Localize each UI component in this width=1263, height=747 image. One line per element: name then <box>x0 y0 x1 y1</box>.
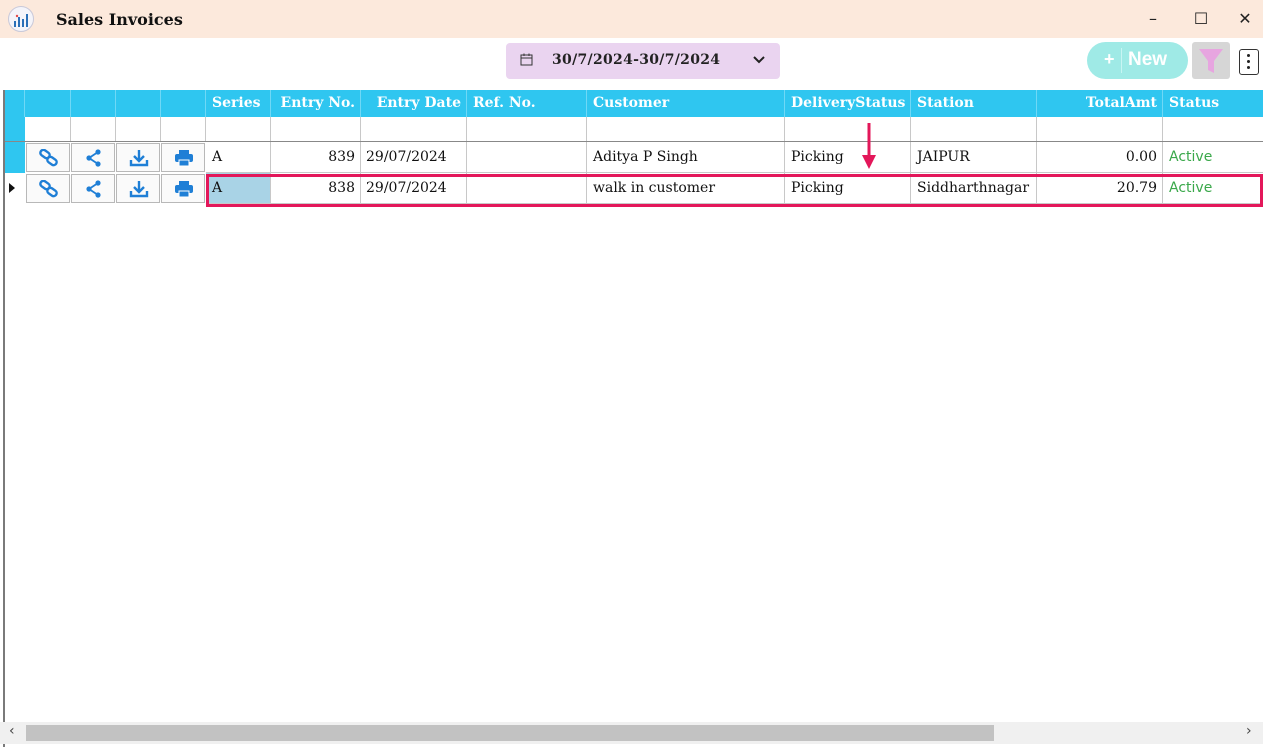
filter-cell-series[interactable] <box>206 117 271 141</box>
link-button[interactable] <box>26 174 70 203</box>
filter-icon <box>1199 49 1223 73</box>
download-button[interactable] <box>116 174 160 203</box>
cell-series[interactable]: A <box>206 142 271 173</box>
filter-cell-entry-no[interactable] <box>271 117 361 141</box>
app-logo-icon <box>8 6 34 32</box>
filter-row <box>5 117 1263 142</box>
column-header-status[interactable]: Status <box>1163 90 1263 117</box>
filter-cell[interactable] <box>116 117 161 141</box>
link-icon <box>39 149 58 167</box>
filter-cell-entry-date[interactable] <box>361 117 467 141</box>
filter-cell[interactable] <box>71 117 116 141</box>
cell-ref-no[interactable] <box>467 142 587 173</box>
column-header-customer[interactable]: Customer <box>587 90 785 117</box>
new-button-label: New <box>1128 49 1168 70</box>
cell-delivery-status[interactable]: Picking <box>785 142 911 173</box>
column-header-total-amt[interactable]: TotalAmt <box>1037 90 1163 117</box>
more-dot <box>1247 54 1250 57</box>
filter-cell-total-amt[interactable] <box>1037 117 1163 141</box>
header-action-print <box>161 90 206 117</box>
column-header-station[interactable]: Station <box>911 90 1037 117</box>
link-icon <box>39 180 58 198</box>
share-button[interactable] <box>71 143 115 172</box>
share-button[interactable] <box>71 174 115 203</box>
share-icon <box>86 149 101 167</box>
more-dot <box>1247 60 1250 63</box>
maximize-button[interactable]: ☐ <box>1190 8 1212 30</box>
grid-header: Series Entry No. Entry Date Ref. No. Cus… <box>5 90 1263 117</box>
filter-cell-delivery-status[interactable] <box>785 117 911 141</box>
title-bar: Sales Invoices – ☐ ✕ <box>0 0 1263 38</box>
filter-cell-status[interactable] <box>1163 117 1263 141</box>
window-title: Sales Invoices <box>56 10 183 29</box>
filter-cell-customer[interactable] <box>587 117 785 141</box>
link-button[interactable] <box>26 143 70 172</box>
calendar-icon <box>520 53 533 66</box>
current-row-pointer-icon <box>9 183 15 193</box>
close-button[interactable]: ✕ <box>1234 8 1256 30</box>
horizontal-scrollbar[interactable]: ‹ › <box>0 722 1263 744</box>
filter-cell-station[interactable] <box>911 117 1037 141</box>
table-row[interactable]: A 839 29/07/2024 Aditya P Singh Picking … <box>5 142 1263 173</box>
arrow-down-icon <box>862 123 876 169</box>
column-header-entry-no[interactable]: Entry No. <box>271 90 361 117</box>
plus-icon: + <box>1104 49 1115 69</box>
filter-cell[interactable] <box>161 117 206 141</box>
column-header-series[interactable]: Series <box>206 90 271 117</box>
download-icon <box>129 181 149 198</box>
cell-entry-no[interactable]: 839 <box>271 142 361 173</box>
row-header-corner <box>5 90 25 117</box>
column-header-delivery-status[interactable]: DeliveryStatus <box>785 90 911 117</box>
print-icon <box>175 150 193 167</box>
filter-button[interactable] <box>1192 42 1230 79</box>
row-highlight-box <box>206 174 1263 207</box>
share-icon <box>86 180 101 198</box>
cell-status[interactable]: Active <box>1163 142 1263 173</box>
filter-row-header <box>5 117 25 141</box>
cell-customer[interactable]: Aditya P Singh <box>587 142 785 173</box>
more-options-button[interactable] <box>1239 49 1259 75</box>
column-header-entry-date[interactable]: Entry Date <box>361 90 467 117</box>
new-button[interactable]: + New <box>1087 42 1188 79</box>
cell-entry-date[interactable]: 29/07/2024 <box>361 142 467 173</box>
header-action-download <box>116 90 161 117</box>
toolbar: 30/7/2024-30/7/2024 + New <box>0 38 1263 90</box>
date-range-text: 30/7/2024-30/7/2024 <box>552 52 721 68</box>
row-header[interactable] <box>5 173 25 204</box>
header-action-link <box>25 90 71 117</box>
print-button[interactable] <box>161 143 205 172</box>
row-header[interactable] <box>5 142 25 173</box>
chevron-down-icon <box>753 56 765 64</box>
invoice-grid: Series Entry No. Entry Date Ref. No. Cus… <box>3 90 1263 747</box>
column-header-ref-no[interactable]: Ref. No. <box>467 90 587 117</box>
print-icon <box>175 181 193 198</box>
more-dot <box>1247 66 1250 69</box>
scroll-left-icon[interactable]: ‹ <box>9 723 15 739</box>
date-range-picker[interactable]: 30/7/2024-30/7/2024 <box>506 43 780 79</box>
cell-total-amt[interactable]: 0.00 <box>1037 142 1163 173</box>
header-action-share <box>71 90 116 117</box>
download-button[interactable] <box>116 143 160 172</box>
print-button[interactable] <box>161 174 205 203</box>
filter-cell-ref-no[interactable] <box>467 117 587 141</box>
scrollbar-thumb[interactable] <box>26 725 994 741</box>
scroll-right-icon[interactable]: › <box>1246 723 1252 739</box>
download-icon <box>129 150 149 167</box>
filter-cell[interactable] <box>25 117 71 141</box>
cell-station[interactable]: JAIPUR <box>911 142 1037 173</box>
new-button-divider <box>1121 48 1122 73</box>
minimize-button[interactable]: – <box>1142 8 1164 30</box>
